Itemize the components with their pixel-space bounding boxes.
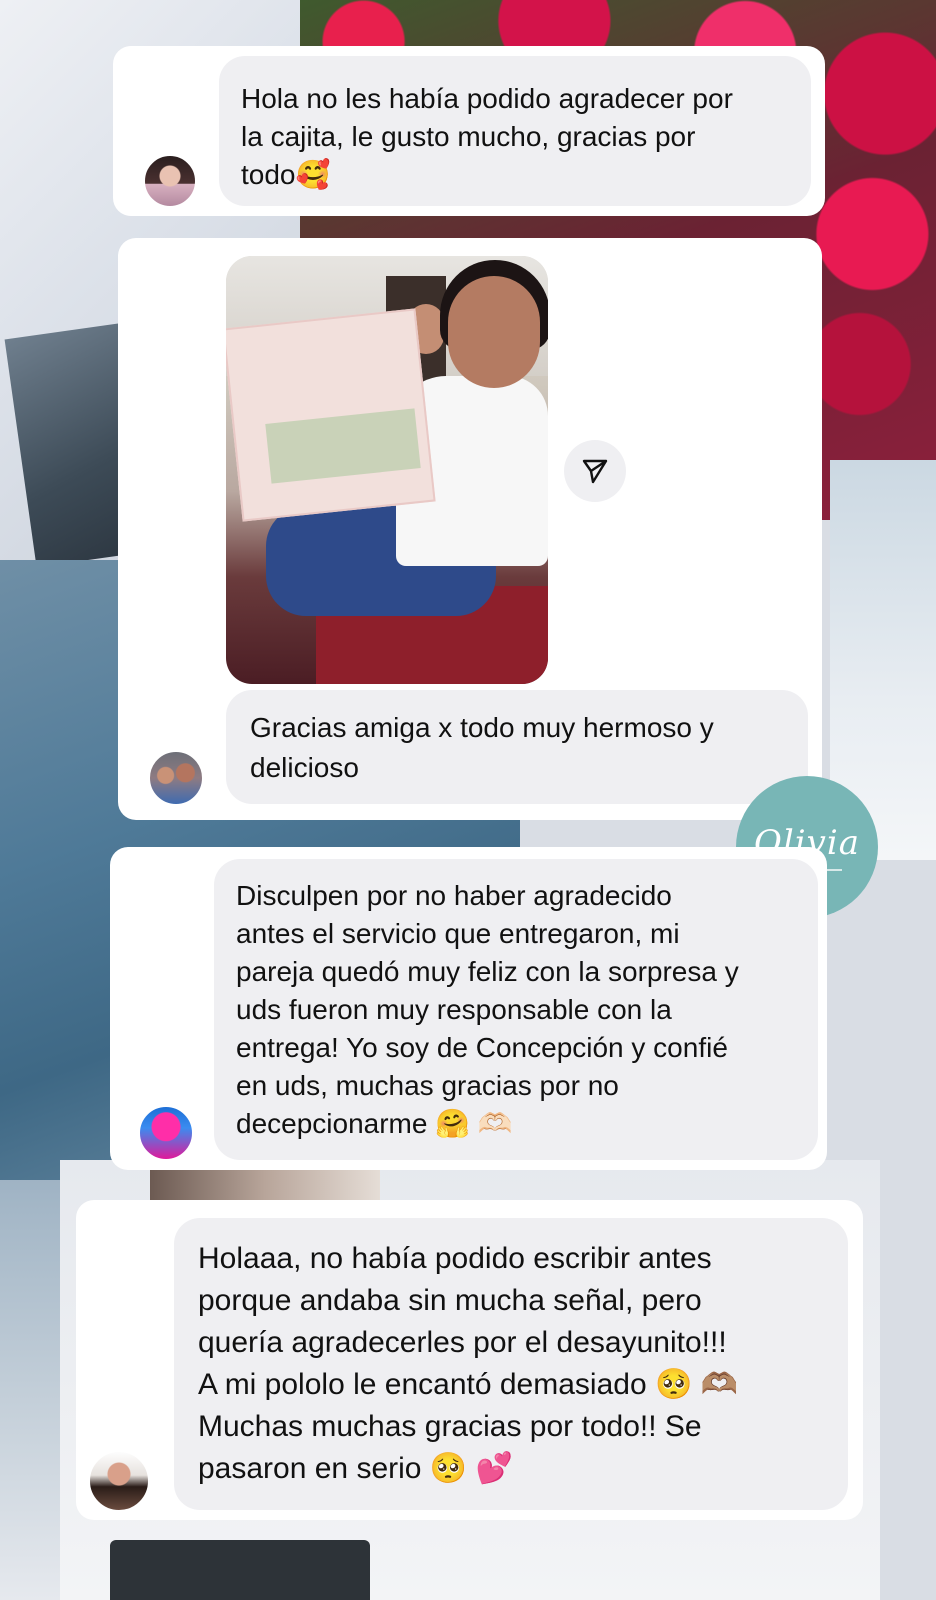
- message-bubble[interactable]: Holaaa, no había podido escribir antes p…: [174, 1218, 848, 1510]
- share-icon: [582, 459, 608, 484]
- message-text: Holaaa, no había podido escribir antes p…: [198, 1242, 738, 1485]
- background-dark-object: [110, 1540, 370, 1600]
- shared-photo[interactable]: [226, 256, 548, 684]
- share-button[interactable]: [564, 440, 626, 502]
- message-card: Holaaa, no había podido escribir antes p…: [76, 1200, 863, 1520]
- message-text: Disculpen por no haber agradecido antes …: [236, 880, 739, 1139]
- photo-face: [448, 276, 540, 388]
- message-card: Hola no les había podido agradecer por l…: [113, 46, 825, 216]
- user-avatar[interactable]: [138, 1105, 194, 1161]
- message-text: Hola no les había podido agradecer por l…: [241, 83, 733, 190]
- message-bubble[interactable]: Hola no les había podido agradecer por l…: [219, 56, 811, 206]
- message-card: Disculpen por no haber agradecido antes …: [110, 847, 827, 1170]
- user-avatar[interactable]: [88, 1450, 150, 1512]
- user-avatar[interactable]: [148, 750, 204, 806]
- message-text: Gracias amiga x todo muy hermoso y delic…: [250, 712, 714, 783]
- message-bubble[interactable]: Gracias amiga x todo muy hermoso y delic…: [226, 690, 808, 804]
- message-card: Gracias amiga x todo muy hermoso y delic…: [118, 238, 822, 820]
- message-bubble[interactable]: Disculpen por no haber agradecido antes …: [214, 859, 818, 1160]
- user-avatar[interactable]: [143, 154, 197, 208]
